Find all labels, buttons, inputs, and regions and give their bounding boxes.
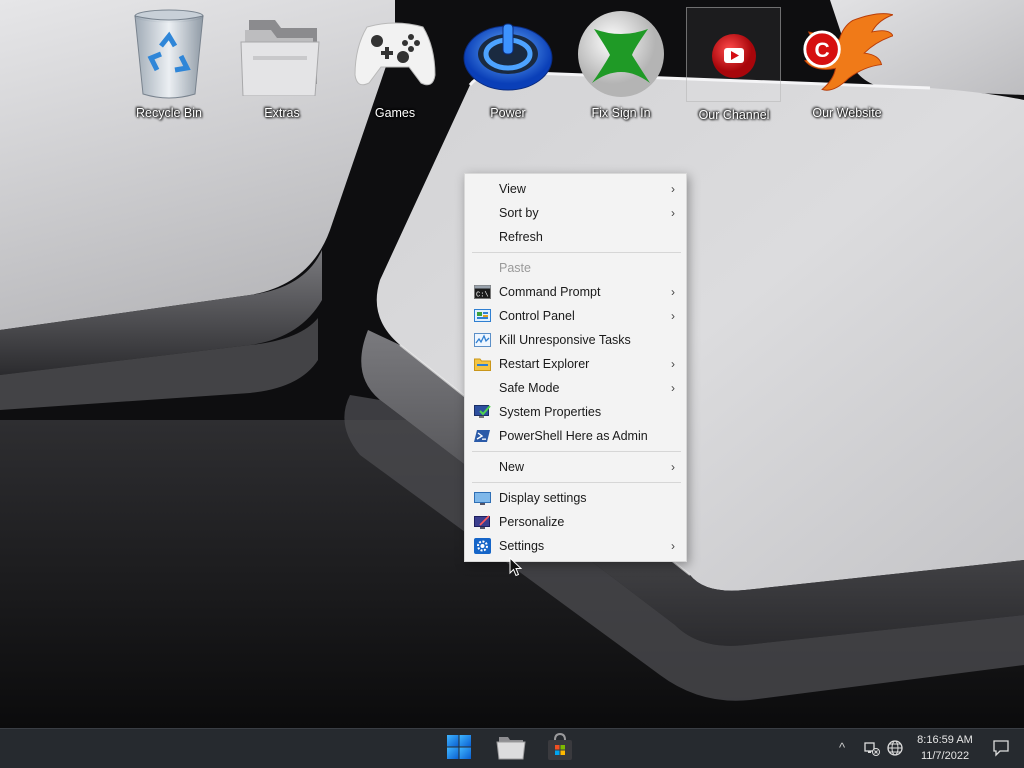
desktop-icon-recycle-bin[interactable]: Recycle Bin [117,6,221,128]
menu-item-label: Sort by [499,206,539,220]
menu-item-display-settings[interactable]: Display settings [465,486,686,510]
menu-item-label: Display settings [499,491,587,505]
menu-item-paste: Paste [465,256,686,280]
menu-item-personalize[interactable]: Personalize [465,510,686,534]
menu-separator [465,479,686,486]
svg-text:C: C [814,39,829,62]
tray-clock[interactable]: 8:16:59 AM 11/7/2022 [909,732,981,764]
menu-separator [465,448,686,455]
menu-item-label: Paste [499,261,531,275]
desktop-icon-label: Power [490,106,526,120]
desktop-icon-our-website[interactable]: C Our Website [795,6,899,128]
svg-text:C:\: C:\ [476,292,489,300]
menu-item-command-prompt[interactable]: C:\ Command Prompt › [465,280,686,304]
taskbar: ^ 8:16:59 AM 11/7/2022 [0,728,1024,768]
menu-separator [465,249,686,256]
desktop-icon-power[interactable]: Power [456,6,560,128]
xbox-icon [575,8,667,100]
clock-date: 11/7/2022 [920,750,970,762]
menu-item-label: PowerShell Here as Admin [499,429,648,443]
game-controller-icon [349,8,441,100]
menu-item-settings[interactable]: Settings › [465,534,686,558]
file-explorer-icon [474,356,491,372]
power-icon [462,8,554,100]
menu-item-new[interactable]: New › [465,455,686,479]
submenu-arrow-icon: › [671,206,675,220]
menu-item-view[interactable]: View › [465,177,686,201]
menu-item-safe-mode[interactable]: Safe Mode › [465,376,686,400]
desktop-icon-our-channel[interactable] [686,7,781,102]
control-panel-icon [474,308,491,324]
submenu-arrow-icon: › [671,309,675,323]
desktop-icon-label: Games [374,106,416,120]
menu-item-kill-unresponsive-tasks[interactable]: Kill Unresponsive Tasks [465,328,686,352]
store-button[interactable] [544,732,576,767]
desktop-icon-fix-sign-in[interactable]: Fix Sign In [569,6,673,128]
menu-item-label: Kill Unresponsive Tasks [499,333,631,347]
file-explorer-button[interactable] [495,733,527,765]
menu-item-label: Restart Explorer [499,357,590,371]
menu-item-label: Personalize [499,515,565,529]
system-properties-icon [474,404,491,420]
menu-item-label: Refresh [499,230,543,244]
desktop-icon-label: Our Website [812,106,882,120]
menu-item-label: Safe Mode [499,381,560,395]
network-icon[interactable] [863,739,881,757]
menu-item-label: Control Panel [499,309,575,323]
folder-icon [496,734,526,765]
display-icon [474,490,491,506]
submenu-arrow-icon: › [671,539,675,553]
powershell-icon [474,428,491,444]
start-button[interactable] [443,733,475,765]
menu-item-label: New [499,460,525,474]
submenu-arrow-icon: › [671,182,675,196]
menu-item-restart-explorer[interactable]: Restart Explorer › [465,352,686,376]
globe-language-icon[interactable] [886,739,904,757]
task-manager-icon [474,332,491,348]
menu-item-powershell-here-as-admin[interactable]: PowerShell Here as Admin [465,424,686,448]
settings-gear-icon [474,538,491,554]
menu-item-label: Settings [499,539,545,553]
menu-item-label: View [499,182,526,196]
submenu-arrow-icon: › [671,381,675,395]
menu-item-system-properties[interactable]: System Properties [465,400,686,424]
menu-item-sort-by[interactable]: Sort by › [465,201,686,225]
menu-item-label: Command Prompt [499,285,601,299]
youtube-icon [688,10,780,101]
menu-item-control-panel[interactable]: Control Panel › [465,304,686,328]
show-hidden-icons-chevron-icon[interactable]: ^ [839,740,857,758]
desktop-icon-label: Fix Sign In [591,106,651,120]
submenu-arrow-icon: › [671,357,675,371]
folder-icon [236,8,328,100]
desktop-icon-label: Our Channel [698,108,770,122]
command-prompt-icon: C:\ [474,284,491,300]
clock-time: 8:16:59 AM [917,734,973,746]
store-icon [546,732,574,767]
desktop-context-menu: View › Sort by › Refresh Paste C:\ Comma… [464,173,687,562]
desktop-icon-label: Recycle Bin [136,106,202,120]
desktop-icon-extras[interactable]: Extras [230,6,334,128]
menu-item-refresh[interactable]: Refresh [465,225,686,249]
submenu-arrow-icon: › [671,285,675,299]
submenu-arrow-icon: › [671,460,675,474]
menu-item-label: System Properties [499,405,602,419]
mouse-pointer-icon [509,556,523,577]
recycle-bin-icon [123,8,215,100]
phoenix-logo-icon: C [801,8,893,100]
windows-logo-icon [446,734,472,765]
desktop-icon-label: Extras [264,106,300,120]
notification-center-icon[interactable] [992,739,1010,757]
personalize-icon [474,514,491,530]
desktop-icon-games[interactable]: Games [343,6,447,128]
